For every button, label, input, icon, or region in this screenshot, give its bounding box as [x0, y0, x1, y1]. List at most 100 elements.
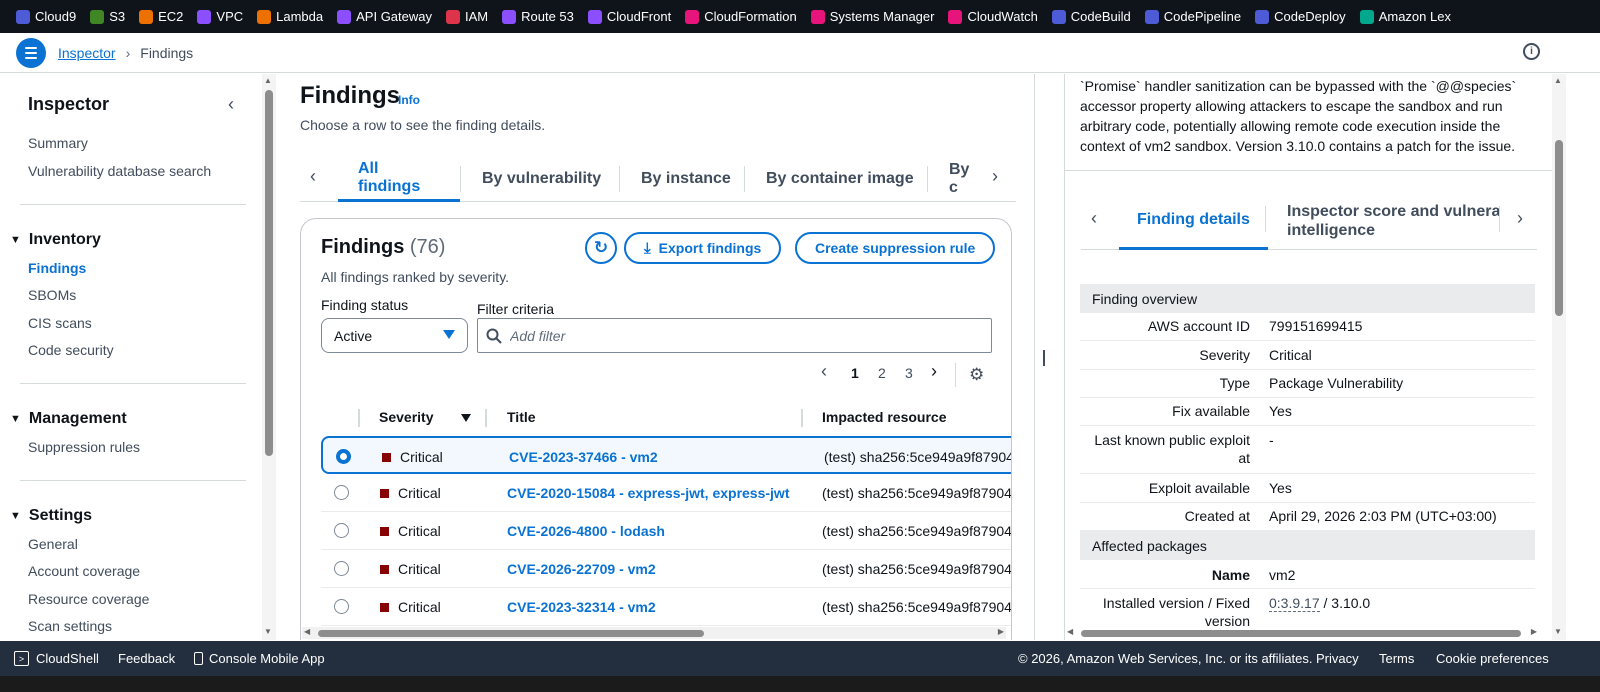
table-horizontal-scrollbar[interactable]: ◀ ▶ [302, 627, 1006, 639]
service-link-systems-manager[interactable]: Systems Manager [810, 9, 934, 24]
table-row[interactable]: Critical CVE-2026-22709 - vm2 (test) sha25… [321, 550, 1011, 588]
sidebar-section-inventory[interactable]: ▼ Inventory [10, 231, 101, 249]
row-select-radio[interactable] [334, 561, 349, 576]
drag-handle-icon[interactable] [1043, 350, 1045, 366]
sidebar-section-management[interactable]: ▼ Management [10, 410, 127, 428]
scroll-right-icon[interactable]: ▶ [1531, 627, 1537, 636]
finding-status-select[interactable]: Active [321, 318, 468, 353]
sidebar-item-code-security[interactable]: Code security [28, 342, 114, 358]
row-select-radio[interactable] [334, 523, 349, 538]
table-row[interactable]: Critical CVE-2023-37466 - vm2 (test) sha25… [321, 436, 1011, 474]
table-row[interactable]: Critical CVE-2023-32314 - vm2 (test) sha25… [321, 588, 1011, 626]
console-mobile-app-link[interactable]: Console Mobile App [194, 651, 325, 666]
service-link-cloudfront[interactable]: CloudFront [587, 9, 671, 24]
column-title[interactable]: Title [507, 409, 536, 425]
chevron-right-icon[interactable]: › [992, 166, 998, 187]
row-select-radio[interactable] [334, 485, 349, 500]
page-3[interactable]: 3 [905, 365, 913, 381]
privacy-link[interactable]: Privacy [1316, 651, 1359, 666]
tab-by-c[interactable]: By c [929, 156, 989, 202]
feedback-link[interactable]: Feedback [118, 651, 175, 666]
tab-by-container-image[interactable]: By container image [746, 156, 934, 202]
detail-horizontal-scrollbar[interactable]: ◀ ▶ [1065, 627, 1552, 639]
sidebar-item-summary[interactable]: Summary [28, 135, 88, 151]
sidebar-item-account-coverage[interactable]: Account coverage [28, 563, 140, 579]
row-select-radio[interactable] [336, 449, 351, 464]
row-title-link[interactable]: CVE-2023-37466 - vm2 [509, 449, 658, 465]
scroll-down-icon[interactable]: ▼ [264, 627, 272, 636]
sidebar-item-suppression-rules[interactable]: Suppression rules [28, 439, 140, 455]
table-row[interactable]: Critical CVE-2026-4800 - lodash (test) sha… [321, 512, 1011, 550]
sidebar-item-general[interactable]: General [28, 536, 78, 552]
installed-version-text[interactable]: 0:3.9.17 [1269, 595, 1320, 612]
export-findings-button[interactable]: ⤓ Export findings [624, 232, 782, 264]
row-title-link[interactable]: CVE-2020-15084 - express-jwt, express-jw… [507, 485, 789, 501]
detail-vertical-scrollbar[interactable]: ▲ ▼ [1552, 74, 1566, 640]
service-link-iam[interactable]: IAM [446, 9, 488, 24]
info-icon[interactable]: i [1523, 43, 1540, 60]
cloudshell-button[interactable]: > CloudShell [14, 651, 99, 666]
chevron-left-icon[interactable]: ‹ [310, 166, 316, 187]
chevron-left-icon[interactable]: ‹ [821, 361, 827, 382]
scroll-left-icon[interactable]: ◀ [304, 627, 310, 636]
service-link-cloud9[interactable]: Cloud9 [16, 9, 76, 24]
sidebar-item-sboms[interactable]: SBOMs [28, 287, 76, 303]
service-link-route-53[interactable]: Route 53 [502, 9, 574, 24]
service-link-codedeploy[interactable]: CodeDeploy [1255, 9, 1346, 24]
tab-inspector-score[interactable]: Inspector score and vulnerab intelligenc… [1287, 192, 1499, 250]
row-select-radio[interactable] [334, 599, 349, 614]
menu-icon[interactable] [16, 37, 46, 68]
breadcrumb-inspector-link[interactable]: Inspector [58, 45, 116, 61]
chevron-right-icon[interactable]: › [931, 361, 937, 382]
chevron-left-icon[interactable]: ‹ [228, 94, 234, 115]
cookie-preferences-link[interactable]: Cookie preferences [1436, 651, 1549, 666]
service-link-codepipeline[interactable]: CodePipeline [1144, 9, 1241, 24]
service-link-amazon-lex[interactable]: Amazon Lex [1359, 9, 1451, 24]
row-title-link[interactable]: CVE-2026-22709 - vm2 [507, 561, 656, 577]
tab-by-instance[interactable]: By instance [621, 156, 751, 202]
create-suppression-rule-button[interactable]: Create suppression rule [795, 232, 996, 264]
scroll-down-icon[interactable]: ▼ [1554, 627, 1562, 636]
scroll-up-icon[interactable]: ▲ [264, 76, 272, 85]
sidebar-item-cis-scans[interactable]: CIS scans [28, 315, 92, 331]
row-title-link[interactable]: CVE-2026-4800 - lodash [507, 523, 665, 539]
scrollbar-thumb[interactable] [318, 630, 704, 637]
scrollbar-thumb[interactable] [1555, 140, 1563, 316]
service-link-s3[interactable]: S3 [90, 9, 125, 24]
service-link-vpc[interactable]: VPC [197, 9, 243, 24]
filter-input[interactable] [510, 327, 970, 344]
scrollbar-thumb[interactable] [265, 90, 273, 456]
gear-icon[interactable]: ⚙ [969, 365, 984, 385]
page-1[interactable]: 1 [851, 365, 859, 381]
info-link[interactable]: Info [398, 93, 420, 107]
service-link-lambda[interactable]: Lambda [257, 9, 323, 24]
service-link-ec2[interactable]: EC2 [139, 9, 183, 24]
sidebar-item-scan-settings[interactable]: Scan settings [28, 618, 112, 634]
row-title-link[interactable]: CVE-2023-32314 - vm2 [507, 599, 656, 615]
tab-all-findings[interactable]: All findings [338, 156, 460, 202]
tab-by-vulnerability[interactable]: By vulnerability [462, 156, 621, 202]
service-link-cloudwatch[interactable]: CloudWatch [948, 9, 1038, 24]
panel-resize-handle[interactable] [1034, 74, 1064, 640]
scroll-up-icon[interactable]: ▲ [1554, 76, 1562, 85]
service-link-cloudformation[interactable]: CloudFormation [685, 9, 797, 24]
column-impacted-resource[interactable]: Impacted resource [822, 409, 947, 425]
sidebar-item-findings[interactable]: Findings [28, 260, 86, 276]
sort-descending-icon[interactable] [461, 414, 471, 422]
table-row[interactable]: Critical CVE-2020-15084 - express-jwt, ex… [321, 474, 1011, 512]
chevron-left-icon[interactable]: ‹ [1091, 208, 1097, 229]
sidebar-item-vulnerability-db[interactable]: Vulnerability database search [28, 163, 211, 179]
sidebar-section-settings[interactable]: ▼ Settings [10, 507, 92, 525]
terms-link[interactable]: Terms [1379, 651, 1414, 666]
column-severity[interactable]: Severity [379, 409, 433, 425]
scrollbar-thumb[interactable] [1081, 630, 1521, 637]
sidebar-item-resource-coverage[interactable]: Resource coverage [28, 591, 149, 607]
refresh-button[interactable]: ↻ [585, 232, 617, 264]
scroll-left-icon[interactable]: ◀ [1067, 627, 1073, 636]
chevron-right-icon[interactable]: › [1517, 208, 1523, 229]
page-2[interactable]: 2 [878, 365, 886, 381]
service-link-api-gateway[interactable]: API Gateway [337, 9, 432, 24]
filter-criteria-field[interactable] [477, 318, 992, 353]
tab-finding-details[interactable]: Finding details [1119, 192, 1268, 250]
sidebar-scrollbar[interactable]: ▲ ▼ [262, 74, 276, 640]
